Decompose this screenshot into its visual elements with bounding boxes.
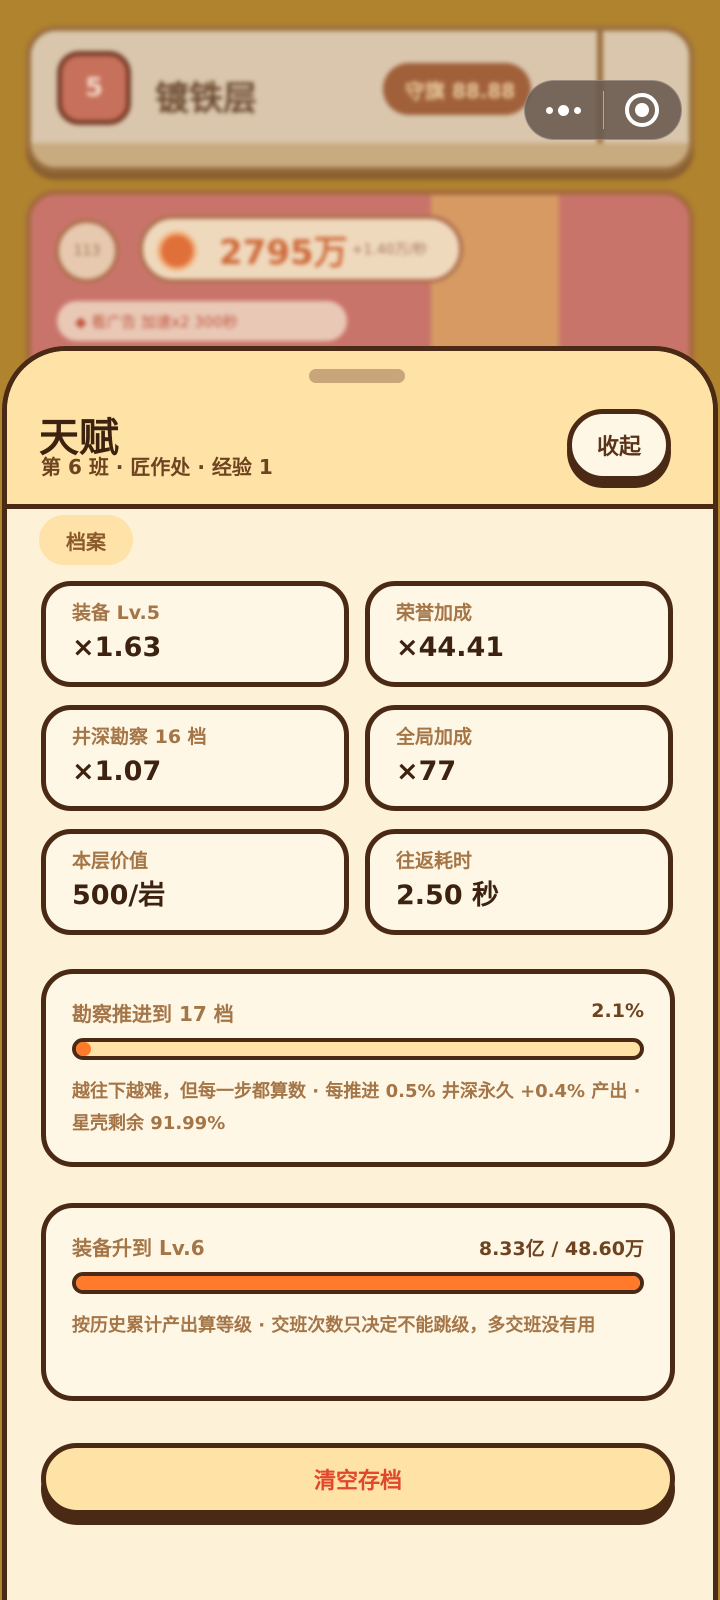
- stat-label: 装备 Lv.5: [72, 602, 160, 624]
- background-coin-amount: 2795万: [219, 232, 348, 273]
- survey-progress-fill: [76, 1042, 91, 1056]
- equipment-note: 按历史累计产出算等级 · 交班次数只决定不能跳级，多交班没有用: [72, 1315, 596, 1336]
- sheet-header: 天赋 第 6 班 · 匠作处 · 经验 1 收起: [7, 351, 713, 509]
- stat-card-layer-value: 本层价值 500/岩: [41, 829, 349, 935]
- background-coin-pill: 2795万 +1.40万/秒: [139, 215, 463, 283]
- equipment-amount: 8.33亿 / 48.60万: [478, 1238, 644, 1260]
- stat-label: 往返耗时: [396, 850, 473, 872]
- survey-progress-card: 勘察推进到 17 档 2.1% 越往下越难，但每一步都算数 · 每推进 0.5%…: [41, 969, 675, 1167]
- background-coin-rate: +1.40万/秒: [351, 242, 428, 258]
- stat-card-well-depth: 井深勘察 16 档 ×1.07: [41, 705, 349, 811]
- survey-title: 勘察推进到 17 档: [72, 1002, 234, 1026]
- stat-label: 井深勘察 16 档: [72, 726, 207, 748]
- equipment-title: 装备升到 Lv.6: [72, 1236, 205, 1260]
- tab-archive[interactable]: 档案: [39, 515, 133, 565]
- stat-card-round-trip: 往返耗时 2.50 秒: [365, 829, 673, 935]
- stat-value: 500/岩: [72, 880, 166, 911]
- stat-label: 本层价值: [72, 850, 149, 872]
- talent-sheet: 天赋 第 6 班 · 匠作处 · 经验 1 收起 档案 装备 Lv.5 ×1.6…: [2, 346, 718, 1600]
- survey-percent: 2.1%: [591, 1000, 644, 1022]
- equipment-progress-fill: [76, 1276, 640, 1290]
- stat-card-equipment: 装备 Lv.5 ×1.63: [41, 581, 349, 687]
- background-level-circle: 113: [55, 219, 119, 283]
- stat-label: 全局加成: [396, 726, 473, 748]
- background-layer-badge: 5: [57, 51, 131, 125]
- stat-card-global-bonus: 全局加成 ×77: [365, 705, 673, 811]
- collapse-button[interactable]: 收起: [567, 409, 671, 481]
- background-layer-name: 镀铁层: [155, 79, 257, 119]
- coin-icon: [157, 231, 197, 271]
- sheet-drag-handle[interactable]: [309, 369, 405, 383]
- equipment-progress-bar: [72, 1272, 644, 1294]
- survey-progress-bar: [72, 1038, 644, 1060]
- stat-value: ×1.63: [72, 632, 162, 663]
- close-ring-icon[interactable]: [604, 81, 682, 139]
- stat-value: ×77: [396, 756, 457, 787]
- more-dots-icon[interactable]: [525, 81, 603, 139]
- page-subtitle: 第 6 班 · 匠作处 · 经验 1: [41, 455, 273, 479]
- background-layer-pill: 守旗 88.88: [383, 63, 531, 115]
- survey-note: 越往下越难，但每一步都算数 · 每推进 0.5% 井深永久 +0.4% 产出 ·…: [72, 1081, 641, 1134]
- background-ad-banner: ◆ 看广告 加速x2 300秒: [57, 301, 347, 341]
- stat-value: ×1.07: [72, 756, 162, 787]
- mini-program-capsule: [524, 80, 682, 140]
- background-card-base: [31, 143, 689, 167]
- stat-value: 2.50 秒: [396, 880, 500, 911]
- stat-label: 荣誉加成: [396, 602, 473, 624]
- equipment-progress-card: 装备升到 Lv.6 8.33亿 / 48.60万 按历史累计产出算等级 · 交班…: [41, 1203, 675, 1401]
- clear-save-button[interactable]: 清空存档: [41, 1443, 675, 1515]
- stat-card-honor: 荣誉加成 ×44.41: [365, 581, 673, 687]
- stat-value: ×44.41: [396, 632, 505, 663]
